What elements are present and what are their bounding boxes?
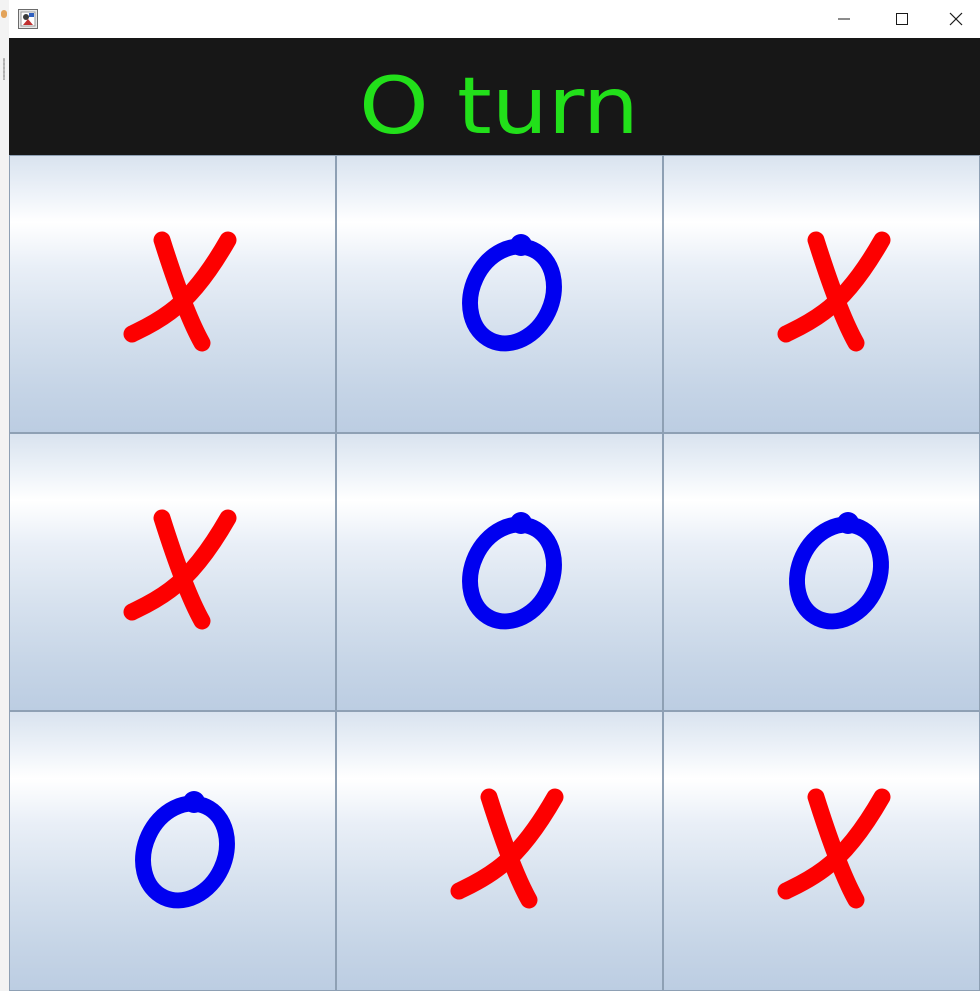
- title-bar[interactable]: [9, 0, 980, 38]
- board-cell-r2-c1[interactable]: [9, 433, 336, 711]
- o-mark: [461, 234, 562, 352]
- x-mark: [777, 788, 890, 909]
- close-icon: [949, 12, 962, 26]
- maximize-button[interactable]: [873, 0, 931, 38]
- game-window: O turn: [9, 0, 980, 991]
- board-cell-r2-c2[interactable]: [336, 433, 663, 711]
- close-button[interactable]: [931, 0, 980, 38]
- java-app-icon[interactable]: [18, 9, 38, 29]
- turn-banner: O turn: [9, 38, 980, 155]
- background-window-edge: [0, 0, 9, 991]
- minimize-button[interactable]: [815, 0, 873, 38]
- board-cell-r1-c1[interactable]: [9, 155, 336, 433]
- background-app-edge-icon: [1, 10, 7, 18]
- board-cell-r3-c1[interactable]: [9, 711, 336, 991]
- x-mark: [123, 509, 236, 630]
- game-board: [9, 155, 980, 991]
- board-cell-r1-c2[interactable]: [336, 155, 663, 433]
- resize-grip: [3, 58, 5, 80]
- x-mark: [450, 788, 563, 909]
- board-cell-r2-c3[interactable]: [663, 433, 980, 711]
- board-cell-r3-c2[interactable]: [336, 711, 663, 991]
- o-mark: [461, 512, 562, 630]
- x-mark: [777, 231, 890, 352]
- x-mark: [123, 231, 236, 352]
- minimize-icon: [838, 18, 850, 20]
- maximize-icon: [896, 13, 908, 25]
- turn-status-svg: O turn: [359, 62, 639, 138]
- o-mark: [134, 791, 235, 909]
- board-cell-r1-c3[interactable]: [663, 155, 980, 433]
- turn-status-text: O turn: [359, 62, 639, 138]
- board-cell-r3-c3[interactable]: [663, 711, 980, 991]
- o-mark: [788, 512, 889, 630]
